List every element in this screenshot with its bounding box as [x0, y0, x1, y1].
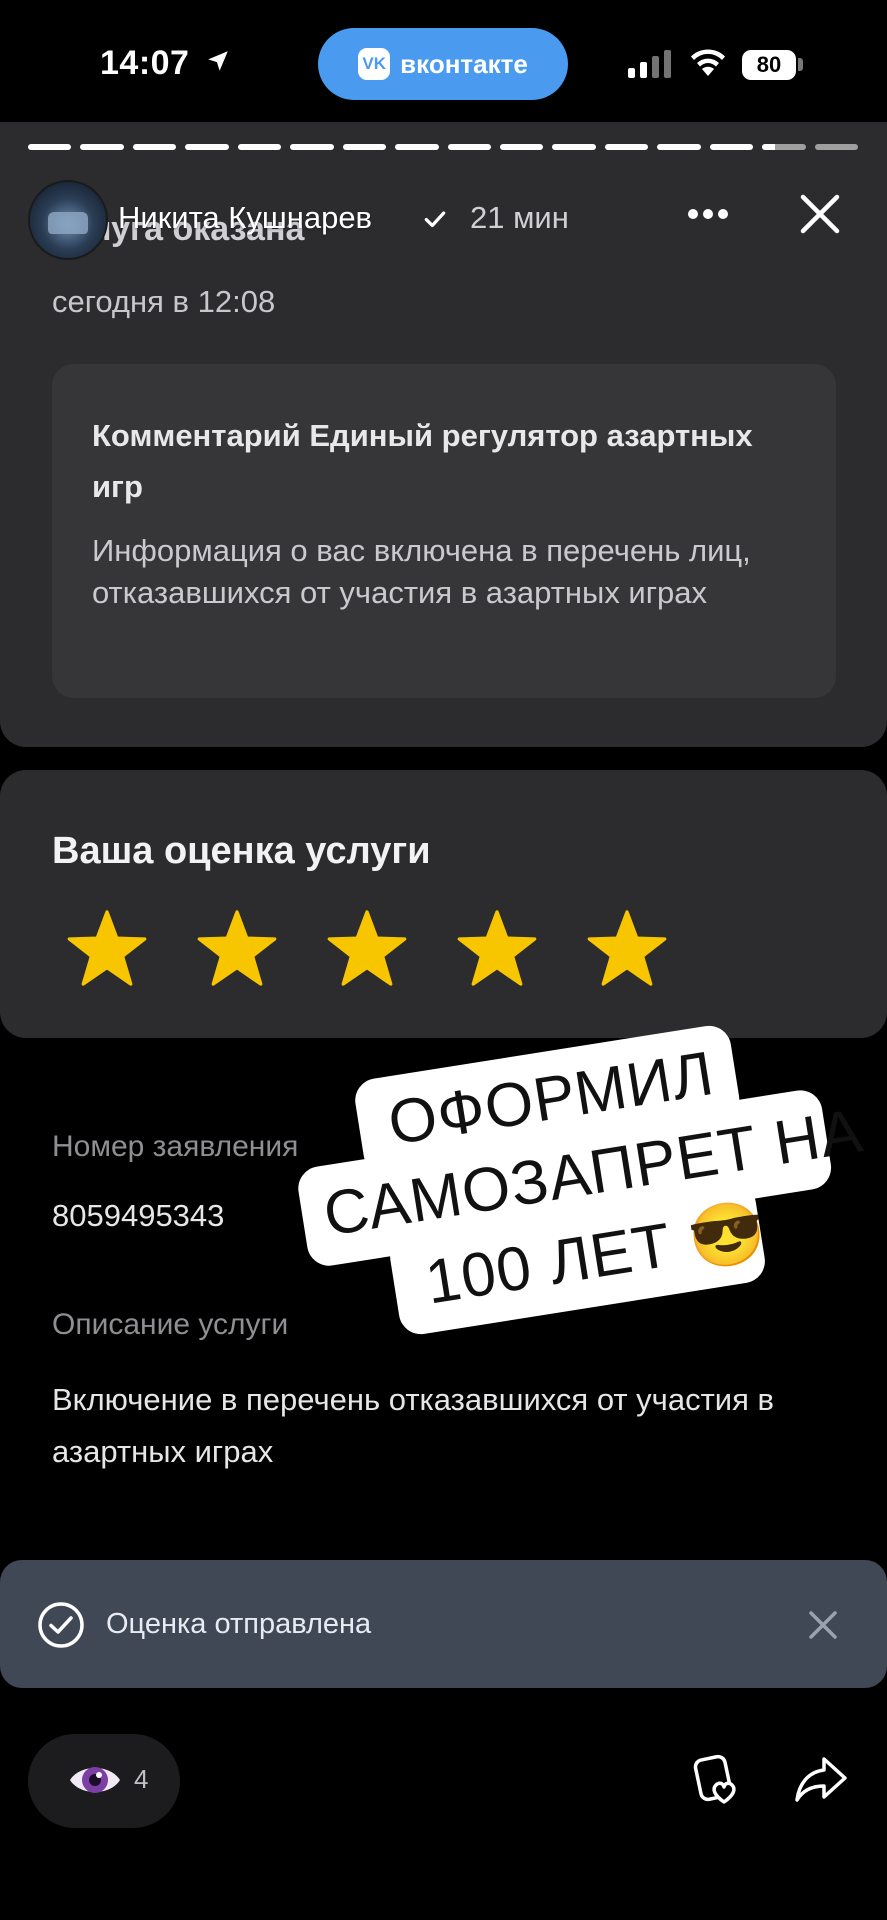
location-arrow-icon — [208, 51, 228, 71]
star-icon[interactable] — [196, 908, 278, 988]
application-number-value: 8059495343 — [52, 1198, 225, 1233]
story-progress-segment — [657, 144, 701, 150]
story-progress-segment — [132, 144, 177, 150]
avatar-car-image — [48, 212, 88, 234]
wifi-icon — [691, 49, 725, 76]
story-age: 21 мин — [470, 200, 569, 235]
star-icon[interactable] — [66, 908, 148, 988]
eye-icon — [70, 1767, 120, 1793]
story-progress-segment — [28, 144, 72, 150]
share-icon[interactable] — [794, 1754, 848, 1804]
story-progress-segment — [709, 144, 754, 150]
story-progress-fill — [762, 144, 776, 150]
app-pill-label: вконтакте — [400, 48, 528, 79]
status-time: 14:07 — [100, 44, 190, 82]
verified-check-icon — [424, 211, 446, 228]
application-number-label: Номер заявления — [52, 1130, 299, 1163]
more-options-icon[interactable] — [686, 206, 730, 222]
service-date: сегодня в 12:08 — [52, 284, 276, 319]
rating-card — [0, 770, 887, 1038]
story-progress-segment — [395, 144, 439, 150]
author-avatar[interactable] — [28, 180, 108, 260]
star-icon[interactable] — [586, 908, 668, 988]
story-progress-segment — [185, 144, 229, 150]
story-progress-segment — [604, 144, 649, 150]
comment-body: Информация о вас включена в перечень лиц… — [92, 533, 751, 610]
service-description-label: Описание услуги — [52, 1308, 289, 1341]
battery-cap — [798, 58, 803, 71]
text-sticker: ОФОРМИЛ САМОЗАПРЕТ НА 100 ЛЕТ 😎 — [283, 1010, 868, 1350]
story-progress-segment — [290, 144, 334, 150]
cellular-signal-icon — [628, 50, 671, 78]
rating-stars — [66, 908, 668, 988]
views-count: 4 — [134, 1764, 149, 1794]
story-like-icon[interactable] — [690, 1752, 746, 1808]
check-circle-icon — [38, 1602, 84, 1648]
comment-title: Комментарий Единый регулятор азартных иг… — [92, 418, 753, 504]
story-progress-segment — [552, 144, 596, 150]
rating-title: Ваша оценка услуги — [52, 830, 431, 872]
story-progress-segment — [237, 144, 282, 150]
battery-indicator: 80 — [742, 50, 796, 80]
story-progress-segment — [80, 144, 124, 150]
vk-app-pill[interactable]: VK вконтакте — [318, 28, 568, 100]
vk-logo-icon: VK — [358, 48, 391, 80]
story-progress-bar — [28, 144, 858, 150]
author-name[interactable]: Никита Кушнарев — [118, 200, 372, 236]
close-icon[interactable] — [798, 192, 842, 236]
story-progress-segment — [447, 144, 491, 150]
toast-text: Оценка отправлена — [106, 1608, 372, 1640]
star-icon[interactable] — [326, 908, 408, 988]
toast-close-icon[interactable] — [808, 1610, 838, 1640]
service-description-value: Включение в перечень отказавшихся от уча… — [52, 1382, 774, 1469]
story-progress-segment — [499, 144, 544, 150]
story-progress-segment — [814, 144, 858, 150]
story-progress-segment — [762, 144, 806, 150]
story-progress-segment — [342, 144, 387, 150]
star-icon[interactable] — [456, 908, 538, 988]
